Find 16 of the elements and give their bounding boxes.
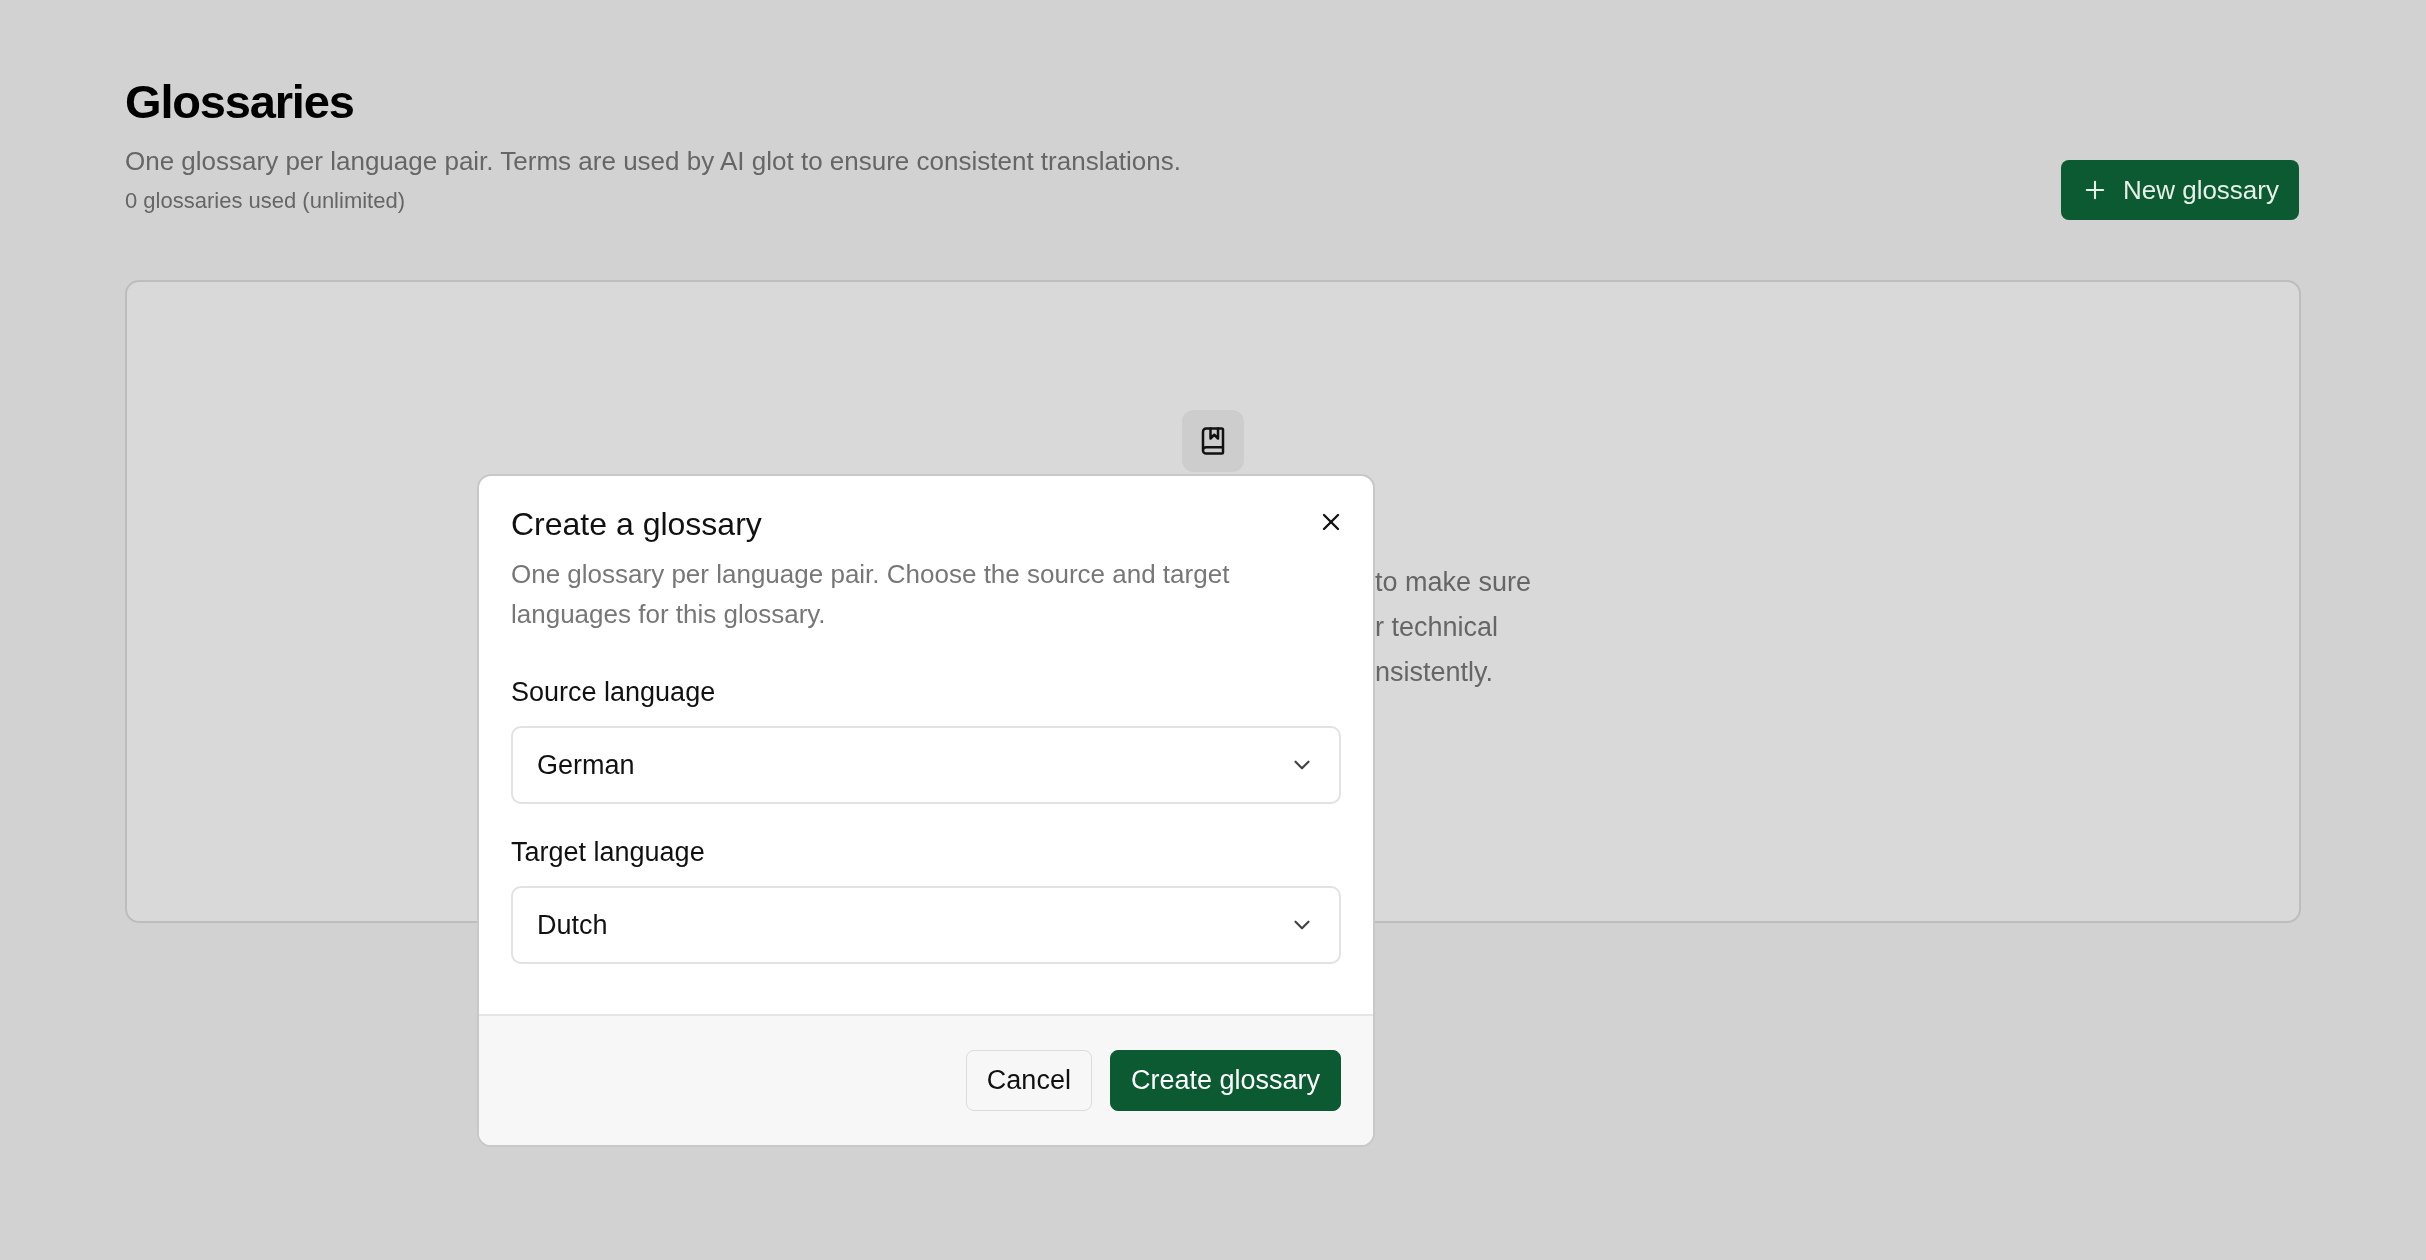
dialog-description: One glossary per language pair. Choose the source and target languages for this glossary. [511,558,1231,631]
cancel-button[interactable]: Cancel [965,1050,1092,1111]
page-title: Glossaries [125,74,355,130]
empty-state-text: r technical [1375,611,1500,644]
page-description: One glossary per language pair. Terms are used by AI glot to ensure consistent translations. [125,145,1181,178]
new-glossary-button[interactable]: New glossary [2060,160,2299,220]
empty-state-text: nsistently. [1375,656,1495,689]
create-button[interactable]: Create glossary [1109,1050,1341,1111]
usage-text: 0 glossaries used (unlimited) [125,187,407,215]
dialog-title: Create a glossary [511,505,762,544]
language-select[interactable]: German [511,726,1341,804]
book-icon [1182,410,1244,472]
language-select[interactable]: Dutch [511,886,1341,964]
field-label: Target language [511,836,706,869]
empty-state-text: to make sure [1375,566,1533,599]
field-label: Source language [511,676,717,709]
